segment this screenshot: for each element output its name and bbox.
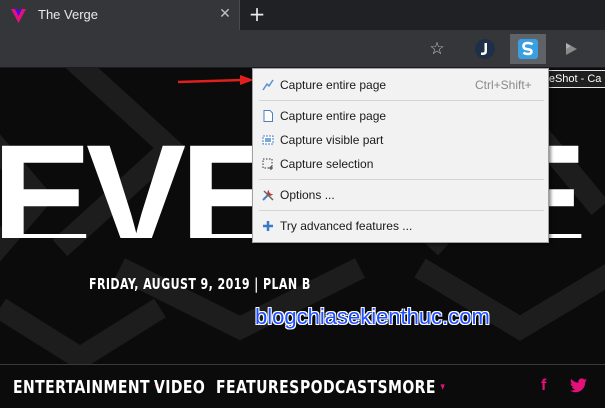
selection-icon (262, 158, 273, 170)
facebook-icon[interactable]: f (541, 377, 546, 395)
menu-divider (259, 100, 544, 101)
chevron-down-icon: ▾ (440, 380, 446, 393)
nav-entertainment[interactable]: ENTERTAINMENT ▾ (13, 377, 159, 398)
fireshot-extension-button[interactable] (510, 34, 546, 64)
tab-strip: The Verge ✕ + (0, 0, 605, 30)
browser-toolbar: ☆ (0, 30, 605, 68)
menu-capture-selection[interactable]: Capture selection (253, 153, 548, 175)
nav-entertainment-label: ENTERTAINMENT (13, 377, 150, 398)
tab-title: The Verge (38, 7, 98, 22)
fireshot-menu: Capture entire page Ctrl+Shift+ Capture … (252, 68, 549, 243)
menu-item-label: Capture entire page (280, 78, 387, 92)
nav-podcasts[interactable]: PODCASTS (300, 377, 388, 398)
nav-features[interactable]: FEATURES (216, 377, 300, 398)
page-icon (263, 110, 273, 122)
twitter-icon[interactable] (570, 378, 587, 393)
nav-more[interactable]: MORE ▾ (388, 377, 445, 398)
menu-options[interactable]: Options ... (253, 184, 548, 206)
fireshot-icon (518, 39, 538, 59)
watermark: blogchiasekienthuc.com (255, 304, 490, 329)
menu-item-label: Capture selection (280, 157, 374, 171)
tools-icon (262, 190, 274, 201)
red-arrow-annotation (178, 75, 254, 85)
bookmark-star-icon[interactable]: ☆ (427, 39, 447, 59)
close-tab-icon[interactable]: ✕ (216, 5, 234, 23)
verge-favicon-icon (11, 9, 26, 23)
menu-capture-visible-part[interactable]: Capture visible part (253, 129, 548, 151)
menu-try-advanced-features[interactable]: Try advanced features ... (253, 215, 548, 237)
nav-video[interactable]: VIDEO (154, 377, 205, 398)
menu-item-label: Capture entire page (280, 109, 387, 123)
menu-capture-entire-page-quick[interactable]: Capture entire page Ctrl+Shift+ (253, 74, 548, 96)
menu-item-shortcut: Ctrl+Shift+ (475, 78, 532, 92)
menu-capture-entire-page[interactable]: Capture entire page (253, 105, 548, 127)
dateline: FRIDAY, AUGUST 9, 2019 | PLAN B (89, 275, 311, 293)
play-extension-icon[interactable] (560, 38, 582, 60)
nav-more-label: MORE (388, 377, 436, 398)
capture-entire-quick-icon (262, 79, 274, 91)
tab-the-verge[interactable]: The Verge ✕ (0, 0, 240, 30)
menu-divider (259, 179, 544, 180)
menu-item-label: Options ... (280, 188, 335, 202)
new-tab-button[interactable]: + (246, 3, 268, 25)
menu-divider (259, 210, 544, 211)
visible-part-icon (262, 135, 274, 145)
menu-item-label: Capture visible part (280, 133, 384, 147)
j-extension-icon[interactable] (474, 38, 496, 60)
menu-item-label: Try advanced features ... (280, 219, 413, 233)
plus-icon (263, 221, 273, 231)
site-nav: ENTERTAINMENT ▾ VIDEO FEATURES PODCASTS M… (0, 364, 605, 408)
